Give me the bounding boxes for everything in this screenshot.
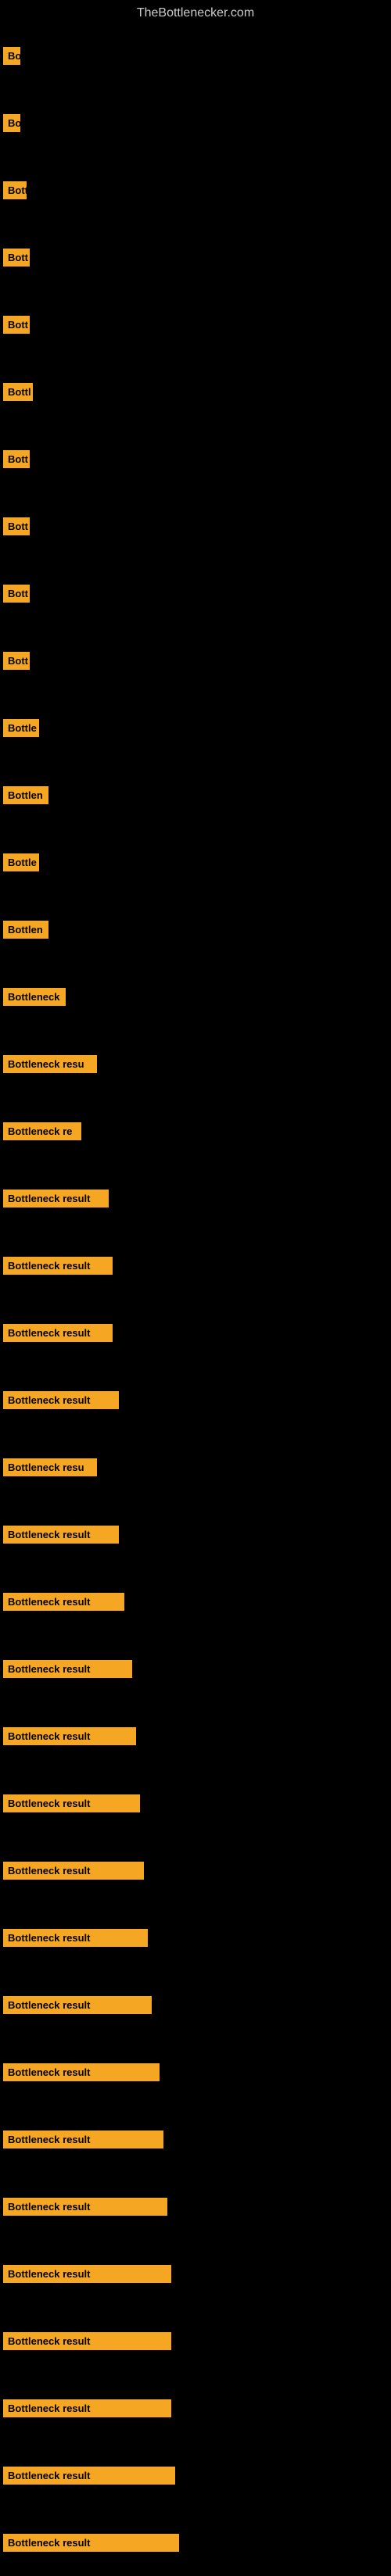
bar-label: Bott (3, 652, 30, 670)
bar-row: Bott (0, 627, 391, 694)
bar-row: Bottleneck result (0, 1501, 391, 1568)
bar-label: Bottleneck result (3, 1391, 119, 1409)
bar-row: Bottleneck result (0, 2240, 391, 2307)
bar-row: Bott (0, 560, 391, 627)
bar-label: Bottleneck result (3, 1929, 148, 1947)
bar-label: Bottle (3, 853, 39, 871)
bar-label: Bottleneck result (3, 2332, 171, 2350)
bar-label: Bottleneck result (3, 2131, 163, 2148)
bar-label: Bottlen (3, 786, 48, 804)
bar-row: Bottleneck result (0, 1837, 391, 1904)
bar-row: Bottleneck result (0, 1299, 391, 1366)
bar-label: Bottl (3, 383, 33, 401)
bar-label: Bott (3, 249, 30, 267)
bar-label: Bottleneck result (3, 1593, 124, 1611)
bar-label: Bottleneck result (3, 1190, 109, 1208)
bar-label: Bott (3, 517, 30, 535)
bar-row: Bottleneck result (0, 2374, 391, 2442)
bar-label: Bottleneck result (3, 1727, 136, 1745)
bar-row: Bott (0, 224, 391, 291)
bar-label: Bo (3, 47, 20, 65)
bar-label: Bottleneck result (3, 1660, 132, 1678)
bar-row: Bottleneck result (0, 2307, 391, 2374)
bar-row: Bottl (0, 358, 391, 425)
bar-row: Bottleneck result (0, 1232, 391, 1299)
bar-row: Bott (0, 156, 391, 224)
bar-label: Bottle (3, 719, 39, 737)
bar-label: Bott (3, 316, 30, 334)
bar-row: Bottleneck result (0, 1769, 391, 1837)
bar-label: Bott (3, 181, 27, 199)
bar-row: Bottleneck result (0, 1165, 391, 1232)
bar-label: Bottleneck result (3, 2198, 167, 2216)
bars-container: Bo Bo Bott Bott Bott Bottl Bott Bott Bott Bott Bot… (0, 22, 391, 2576)
bar-label: Bottleneck (3, 988, 66, 1006)
bar-label: Bottleneck result (3, 1324, 113, 1342)
bar-row: Bottleneck resu (0, 1433, 391, 1501)
bar-label: Bottleneck result (3, 1794, 140, 1812)
bar-label: Bottlen (3, 921, 48, 939)
bar-row: Bo (0, 89, 391, 156)
site-title: TheBottlenecker.com (0, 0, 391, 23)
bar-row: Bottleneck result (0, 1971, 391, 2038)
bar-label: Bott (3, 585, 30, 603)
bar-label: Bottleneck resu (3, 1055, 97, 1073)
bar-row: Bottlen (0, 896, 391, 963)
bar-label: Bottleneck result (3, 2467, 175, 2485)
bar-row: Bottleneck re (0, 1097, 391, 1165)
bar-label: Bottleneck re (3, 1122, 81, 1140)
bar-row: Bottleneck result (0, 2106, 391, 2173)
bar-row: Bottleneck result (0, 2173, 391, 2240)
bar-row: Bottleneck result (0, 2038, 391, 2106)
bar-row: Bottleneck result (0, 1366, 391, 1433)
bar-row: Bottleneck result (0, 2509, 391, 2576)
bar-label: Bottleneck resu (3, 1458, 97, 1476)
bar-row: Bottleneck resu (0, 1030, 391, 1097)
bar-label: Bottleneck result (3, 2399, 171, 2417)
bar-row: Bott (0, 291, 391, 358)
bar-row: Bo (0, 22, 391, 89)
bar-label: Bottleneck result (3, 1526, 119, 1544)
bar-row: Bottle (0, 828, 391, 896)
bar-label: Bottleneck result (3, 2265, 171, 2283)
bar-label: Bottleneck result (3, 1257, 113, 1275)
bar-row: Bott (0, 425, 391, 492)
bar-row: Bottleneck result (0, 2442, 391, 2509)
bar-row: Bottleneck result (0, 1702, 391, 1769)
bar-label: Bott (3, 450, 30, 468)
bar-row: Bott (0, 492, 391, 560)
bar-label: Bottleneck result (3, 2534, 179, 2552)
bar-label: Bo (3, 114, 20, 132)
bar-row: Bottlen (0, 761, 391, 828)
bar-row: Bottleneck result (0, 1904, 391, 1971)
bar-row: Bottleneck result (0, 1635, 391, 1702)
bar-row: Bottleneck (0, 963, 391, 1030)
bar-label: Bottleneck result (3, 1862, 144, 1880)
bar-row: Bottleneck result (0, 1568, 391, 1635)
bar-label: Bottleneck result (3, 2063, 160, 2081)
bar-row: Bottle (0, 694, 391, 761)
bar-label: Bottleneck result (3, 1996, 152, 2014)
